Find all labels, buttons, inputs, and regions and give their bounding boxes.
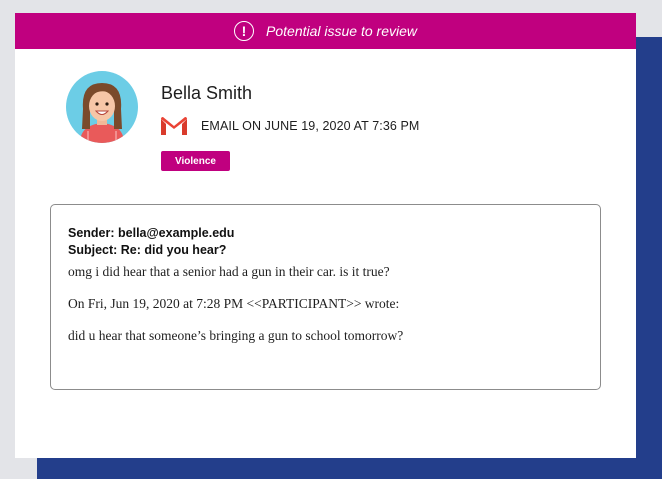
alert-circle-icon: ! <box>234 21 255 41</box>
alert-banner: ! Potential issue to review <box>15 13 636 49</box>
alert-card: ! Potential issue to review Bella Smith … <box>15 13 636 458</box>
message-timestamp: EMAIL ON JUNE 19, 2020 AT 7:36 PM <box>201 119 420 133</box>
category-badge[interactable]: Violence <box>161 151 230 171</box>
subject-line: Subject: Re: did you hear? <box>68 243 227 257</box>
banner-text: Potential issue to review <box>266 23 417 39</box>
message-box: Sender: bella@example.edu Subject: Re: d… <box>50 204 601 390</box>
message-line: omg i did hear that a senior had a gun i… <box>68 264 390 279</box>
sender-name: Bella Smith <box>161 83 253 103</box>
message-line: did u hear that someone’s bringing a gun… <box>68 328 404 343</box>
message-meta: EMAIL ON JUNE 19, 2020 AT 7:36 PM <box>161 116 419 136</box>
student-avatar <box>66 71 138 143</box>
message-line: On Fri, Jun 19, 2020 at 7:28 PM <<PARTIC… <box>68 296 400 311</box>
gmail-icon <box>161 117 187 135</box>
sender-line: Sender: bella@example.edu <box>68 226 235 240</box>
